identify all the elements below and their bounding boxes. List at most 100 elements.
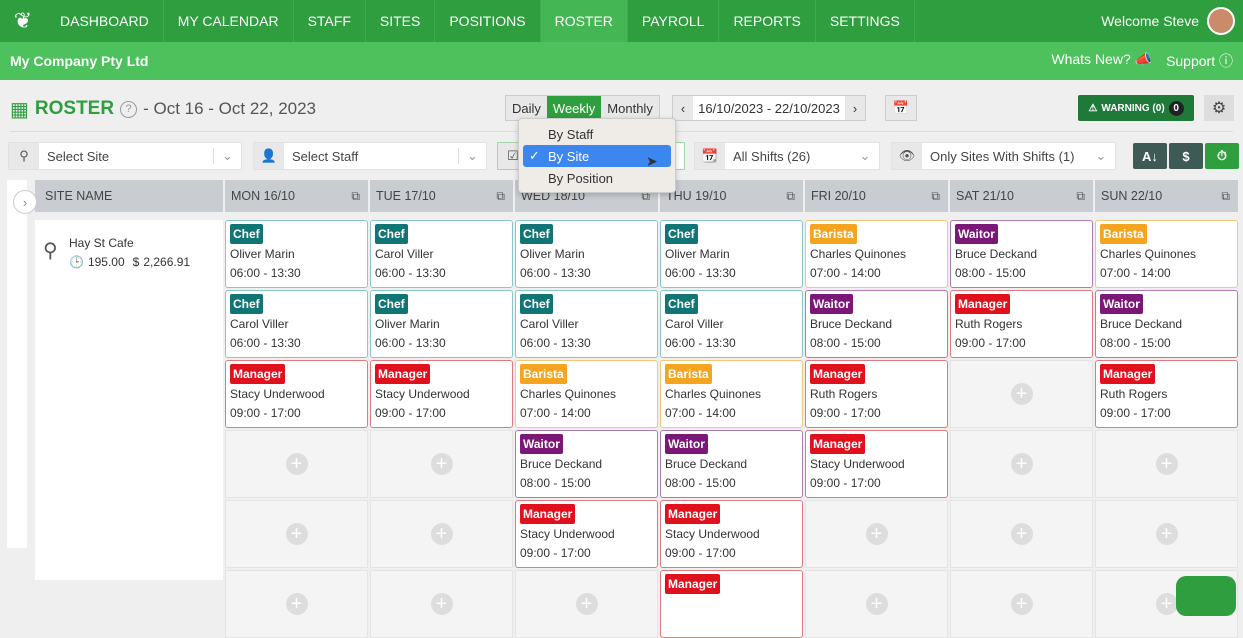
whats-new-link[interactable]: Whats New? 📣	[1051, 51, 1152, 71]
add-shift-icon[interactable]: +	[430, 523, 453, 545]
copy-icon[interactable]: ⧉	[1076, 189, 1085, 204]
shift-card[interactable]: Barista Charles Quinones 07:00 - 14:00	[515, 360, 658, 428]
support-link[interactable]: Support ⓘ	[1166, 51, 1233, 71]
copy-icon[interactable]: ⧉	[351, 189, 360, 204]
shift-card[interactable]: Waitor Bruce Deckand 08:00 - 15:00	[950, 220, 1093, 288]
settings-button[interactable]: ⚙	[1204, 95, 1234, 121]
shift-card[interactable]: Barista Charles Quinones 07:00 - 14:00	[660, 360, 803, 428]
add-shift-icon[interactable]: +	[285, 453, 308, 475]
add-shift-icon[interactable]: +	[865, 523, 888, 545]
shift-card[interactable]: Manager Stacy Underwood 09:00 - 17:00	[370, 360, 513, 428]
shift-card[interactable]: Barista Charles Quinones 07:00 - 14:00	[1095, 220, 1238, 288]
shift-card[interactable]: Chef Oliver Marin 06:00 - 13:30	[370, 290, 513, 358]
shift-card[interactable]: Waitor Bruce Deckand 08:00 - 15:00	[515, 430, 658, 498]
help-icon[interactable]: ?	[120, 100, 138, 118]
add-shift-icon[interactable]: +	[285, 523, 308, 545]
empty-shift-cell[interactable]: +	[370, 430, 513, 498]
view-daily[interactable]: Daily	[506, 96, 547, 120]
empty-shift-cell[interactable]: +	[370, 500, 513, 568]
shift-card[interactable]: Manager	[660, 570, 803, 638]
shift-card[interactable]: Waitor Bruce Deckand 08:00 - 15:00	[660, 430, 803, 498]
sort-az-button[interactable]: A↓	[1133, 143, 1167, 169]
date-range-input[interactable]: 16/10/2023 - 22/10/2023	[693, 96, 845, 120]
site-select[interactable]: ⚲ Select Site ⌄	[8, 142, 242, 170]
add-shift-icon[interactable]: +	[1155, 593, 1178, 615]
site-name-header: SITE NAME	[35, 180, 223, 212]
shift-card[interactable]: Manager Ruth Rogers 09:00 - 17:00	[1095, 360, 1238, 428]
empty-shift-cell[interactable]: +	[225, 500, 368, 568]
nav-my-calendar[interactable]: MY CALENDAR	[164, 0, 294, 42]
empty-shift-cell[interactable]: +	[950, 430, 1093, 498]
add-shift-icon[interactable]: +	[1155, 523, 1178, 545]
empty-shift-cell[interactable]: +	[225, 430, 368, 498]
empty-shift-cell[interactable]: +	[225, 570, 368, 638]
shift-card[interactable]: Manager Ruth Rogers 09:00 - 17:00	[950, 290, 1093, 358]
empty-shift-cell[interactable]: +	[1095, 500, 1238, 568]
add-shift-icon[interactable]: +	[1010, 383, 1033, 405]
shifts-select[interactable]: 📆 All Shifts (26) ⌄	[694, 142, 880, 170]
add-shift-icon[interactable]: +	[1010, 453, 1033, 475]
app-logo-icon[interactable]: ❦	[0, 0, 46, 42]
shift-card[interactable]: Chef Oliver Marin 06:00 - 13:30	[225, 220, 368, 288]
copy-icon[interactable]: ⧉	[1221, 189, 1230, 204]
visibility-select[interactable]: 👁 Only Sites With Shifts (1) ⌄	[891, 142, 1116, 170]
site-row-header[interactable]: ⚲ Hay St Cafe 🕒 195.00 $2,266.91	[35, 220, 223, 580]
sort-time-button[interactable]: ⏱	[1205, 143, 1239, 169]
copy-icon[interactable]: ⧉	[931, 189, 940, 204]
nav-reports[interactable]: REPORTS	[719, 0, 816, 42]
nav-settings[interactable]: SETTINGS	[816, 0, 915, 42]
empty-shift-cell[interactable]: +	[370, 570, 513, 638]
nav-payroll[interactable]: PAYROLL	[628, 0, 720, 42]
shift-card[interactable]: Chef Carol Viller 06:00 - 13:30	[660, 290, 803, 358]
cost-button[interactable]: $	[1169, 143, 1203, 169]
warning-button[interactable]: ⚠ WARNING (0) 0	[1078, 95, 1194, 121]
nav-sites[interactable]: SITES	[366, 0, 436, 42]
shift-card[interactable]: Manager Stacy Underwood 09:00 - 17:00	[225, 360, 368, 428]
add-shift-icon[interactable]: +	[285, 593, 308, 615]
prev-week-button[interactable]: ‹	[673, 96, 693, 120]
shift-time: 08:00 - 15:00	[810, 336, 881, 350]
copy-icon[interactable]: ⧉	[496, 189, 505, 204]
nav-dashboard[interactable]: DASHBOARD	[46, 0, 164, 42]
empty-shift-cell[interactable]: +	[950, 500, 1093, 568]
shift-card[interactable]: Chef Oliver Marin 06:00 - 13:30	[660, 220, 803, 288]
empty-shift-cell[interactable]: +	[805, 500, 948, 568]
shift-card[interactable]: Waitor Bruce Deckand 08:00 - 15:00	[805, 290, 948, 358]
shift-card[interactable]: Chef Carol Viller 06:00 - 13:30	[515, 290, 658, 358]
calendar-button[interactable]: 📅	[885, 95, 917, 121]
shift-card[interactable]: Manager Stacy Underwood 09:00 - 17:00	[515, 500, 658, 568]
nav-positions[interactable]: POSITIONS	[435, 0, 541, 42]
add-shift-icon[interactable]: +	[1010, 593, 1033, 615]
shift-card[interactable]: Barista Charles Quinones 07:00 - 14:00	[805, 220, 948, 288]
shift-card[interactable]: Chef Carol Viller 06:00 - 13:30	[225, 290, 368, 358]
shift-card[interactable]: Waitor Bruce Deckand 08:00 - 15:00	[1095, 290, 1238, 358]
view-weekly[interactable]: Weekly	[546, 96, 602, 120]
empty-shift-cell[interactable]: +	[515, 570, 658, 638]
shift-card[interactable]: Chef Carol Viller 06:00 - 13:30	[370, 220, 513, 288]
nav-roster[interactable]: ROSTER	[540, 0, 628, 42]
add-shift-icon[interactable]: +	[1010, 523, 1033, 545]
add-shift-icon[interactable]: +	[865, 593, 888, 615]
empty-shift-cell[interactable]: +	[950, 570, 1093, 638]
add-shift-icon[interactable]: +	[430, 593, 453, 615]
empty-shift-cell[interactable]: +	[1095, 430, 1238, 498]
shift-card[interactable]: Manager Ruth Rogers 09:00 - 17:00	[805, 360, 948, 428]
add-shift-icon[interactable]: +	[430, 453, 453, 475]
view-monthly[interactable]: Monthly	[601, 96, 659, 120]
group-by-staff-option[interactable]: By Staff	[523, 123, 671, 145]
avatar[interactable]	[1207, 7, 1235, 35]
empty-shift-cell[interactable]: +	[950, 360, 1093, 428]
shift-card[interactable]: Manager Stacy Underwood 09:00 - 17:00	[805, 430, 948, 498]
next-week-button[interactable]: ›	[845, 96, 865, 120]
shift-card[interactable]: Manager Stacy Underwood 09:00 - 17:00	[660, 500, 803, 568]
add-shift-icon[interactable]: +	[575, 593, 598, 615]
shift-card[interactable]: Chef Oliver Marin 06:00 - 13:30	[515, 220, 658, 288]
add-shift-icon[interactable]: +	[1155, 453, 1178, 475]
nav-staff[interactable]: STAFF	[294, 0, 366, 42]
staff-select[interactable]: 👤 Select Staff ⌄	[253, 142, 487, 170]
copy-icon[interactable]: ⧉	[786, 189, 795, 204]
group-by-position-option[interactable]: By Position	[523, 167, 671, 189]
empty-shift-cell[interactable]: +	[805, 570, 948, 638]
chat-button[interactable]	[1176, 576, 1236, 616]
expand-sidebar-button[interactable]: ›	[13, 190, 37, 214]
